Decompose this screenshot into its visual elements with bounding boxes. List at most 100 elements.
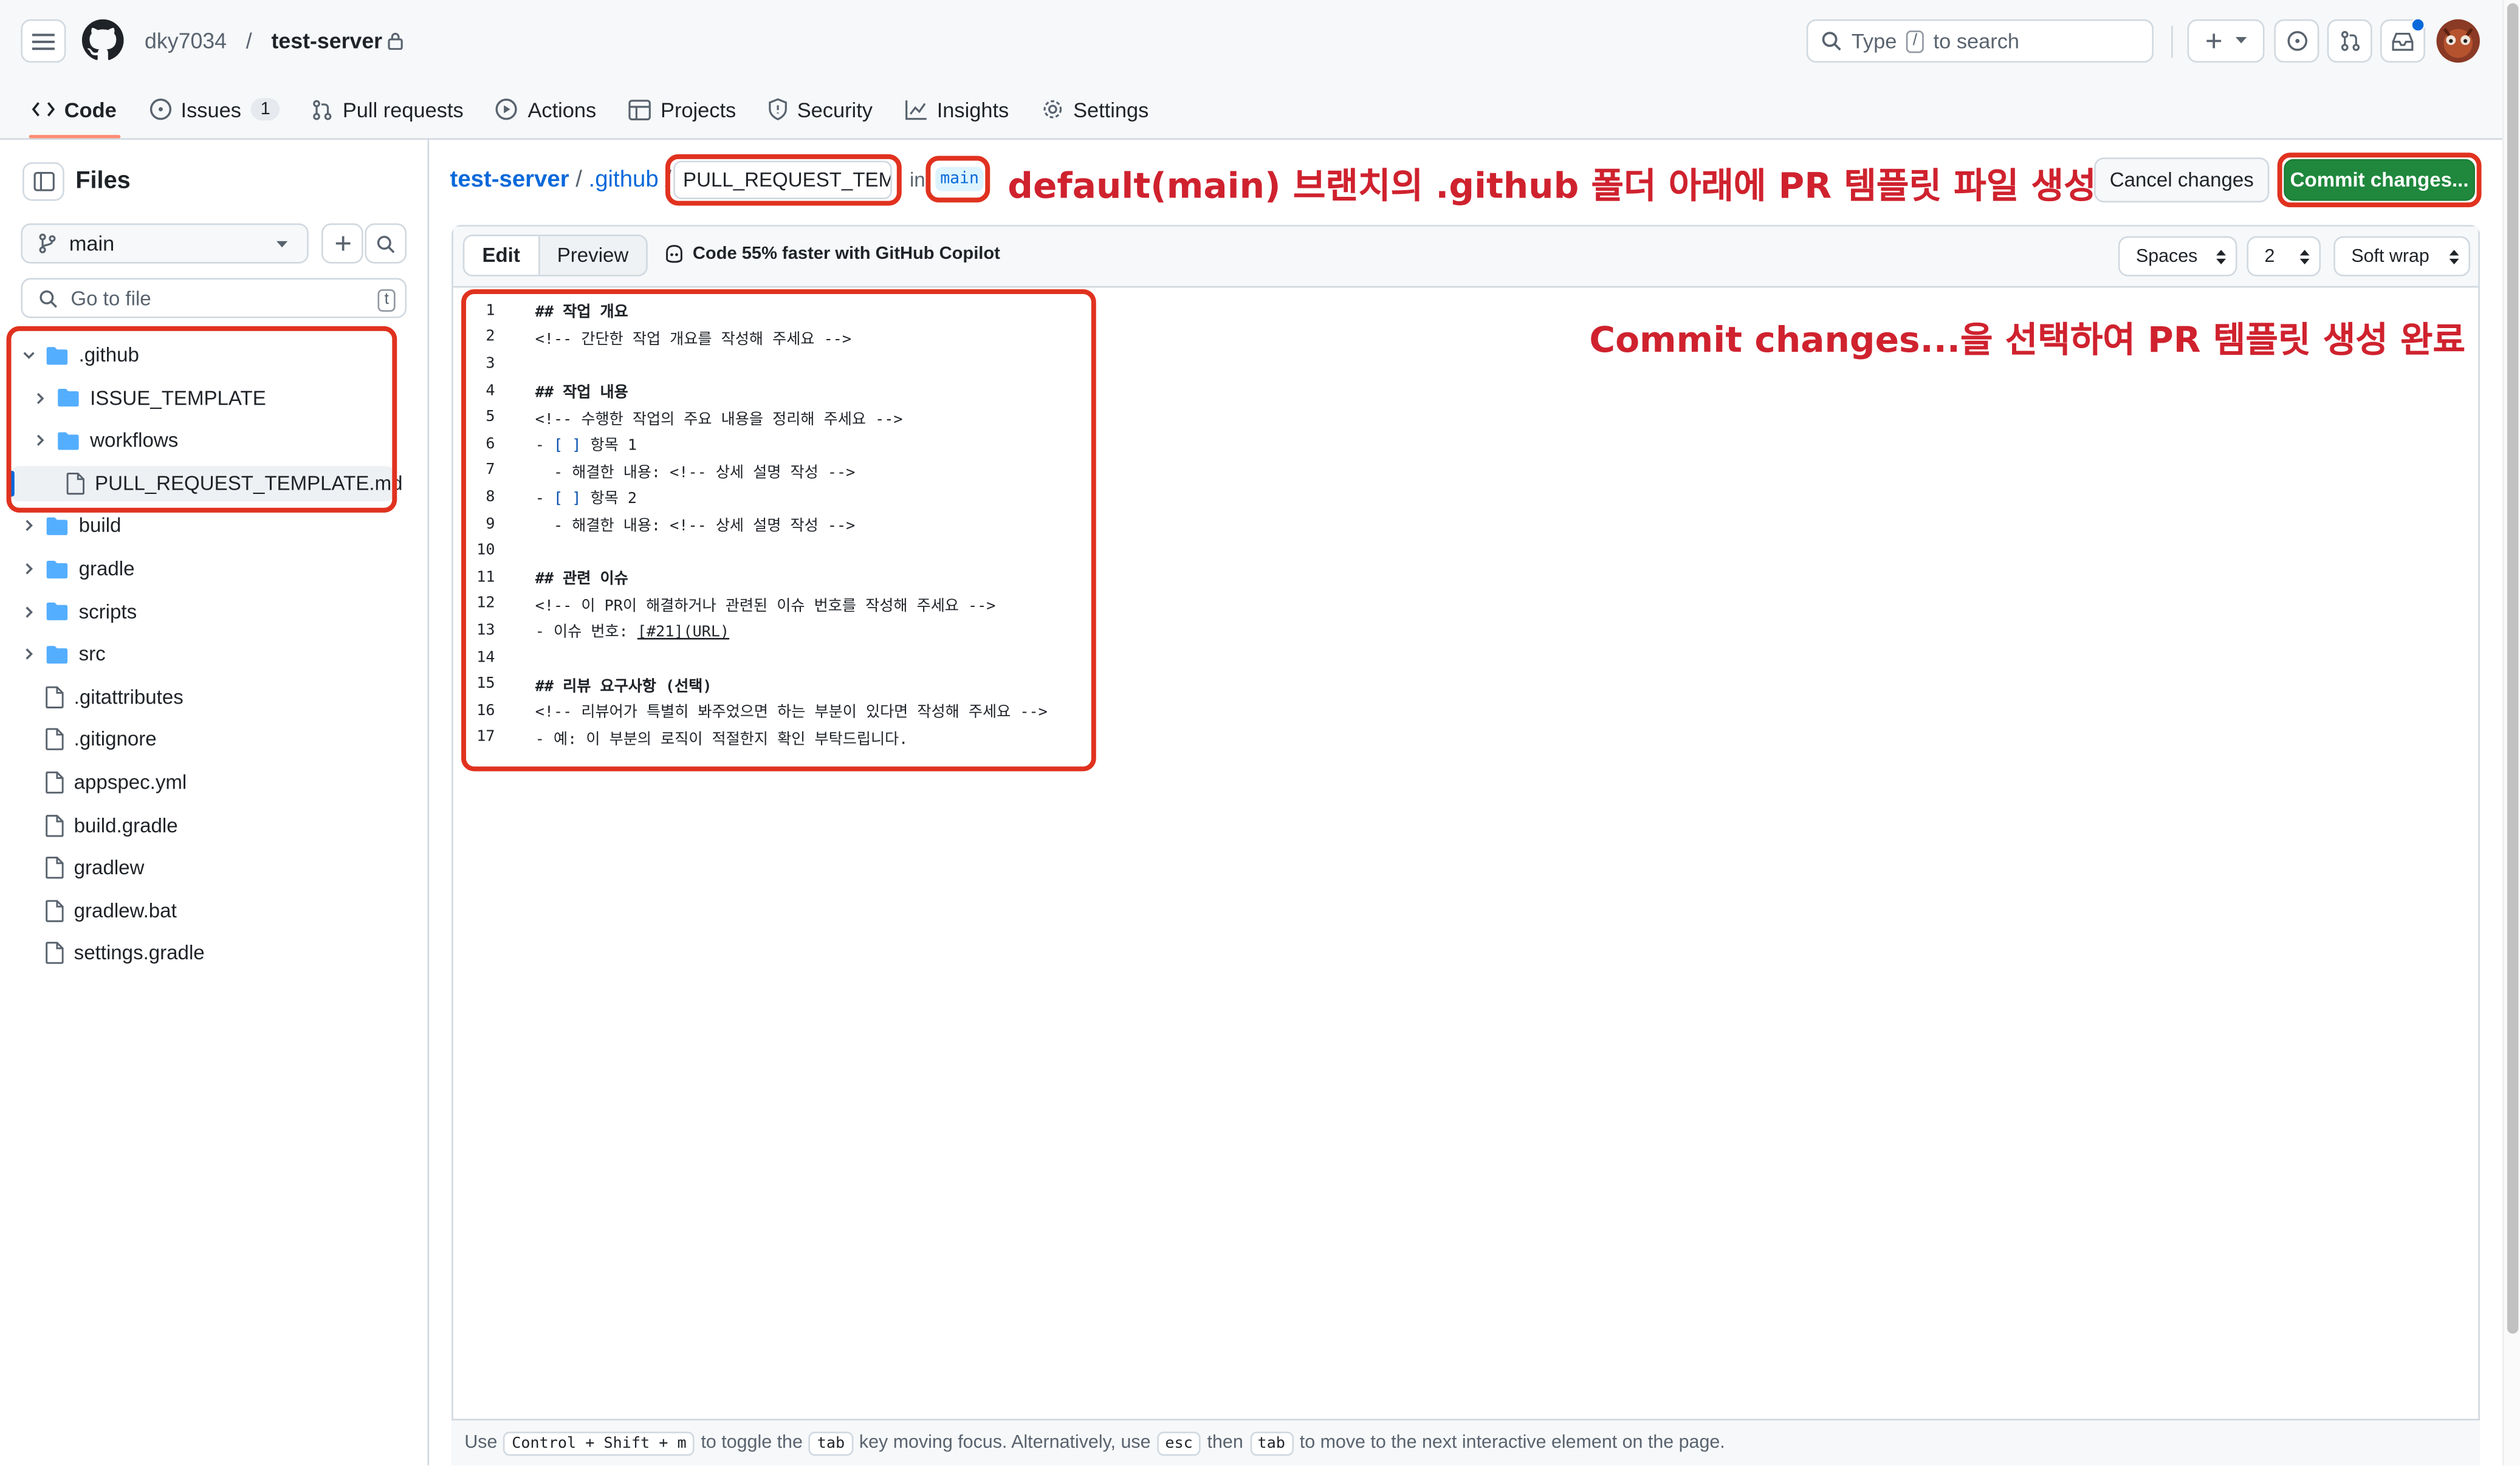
copilot-promo[interactable]: Code 55% faster with GitHub Copilot [664, 244, 1000, 264]
annotation-box-commit [2277, 152, 2482, 208]
page-scrollbar[interactable] [2502, 0, 2520, 1466]
hint-key-tab: tab [1249, 1431, 1294, 1455]
hint-key-toggle: Control + Shift + m [504, 1431, 695, 1455]
notification-dot [2411, 18, 2426, 32]
tree-folder-item[interactable]: gradle [22, 551, 135, 586]
code-icon [32, 101, 55, 117]
tree-file-item[interactable]: gradlew [22, 851, 144, 886]
create-new-button[interactable] [2187, 19, 2265, 63]
chevron-right-icon[interactable] [22, 519, 35, 532]
tree-item-label: gradlew.bat [74, 899, 177, 922]
notifications-button[interactable] [2380, 18, 2426, 63]
chevron-right-icon[interactable] [22, 605, 35, 618]
tree-folder-item[interactable]: scripts [22, 594, 137, 629]
tree-file-item[interactable]: gradlew.bat [22, 893, 177, 928]
tab-issues[interactable]: Issues 1 [132, 85, 296, 133]
tree-item-label: .gitignore [74, 728, 157, 752]
tab-actions[interactable]: Actions [479, 85, 613, 133]
folder-icon [45, 601, 69, 622]
edit-tab[interactable]: Edit [464, 236, 540, 275]
breadcrumb-folder-link[interactable]: .github [589, 167, 659, 193]
cancel-changes-button[interactable]: Cancel changes [2094, 157, 2270, 203]
in-label: in [909, 168, 925, 191]
indent-size-value: 2 [2264, 246, 2275, 266]
branch-selector[interactable]: main [21, 223, 309, 264]
gear-icon [1041, 98, 1063, 120]
hint-text-5: to move to the next interactive element … [1299, 1433, 1725, 1453]
folder-icon [45, 516, 69, 536]
file-tree-sidebar: Files main Go to file t .github ISSUE_TEM… [0, 140, 430, 1466]
issues-button[interactable] [2274, 19, 2319, 63]
wrap-mode-value: Soft wrap [2351, 246, 2429, 266]
go-to-file-input[interactable]: Go to file t [21, 278, 407, 318]
hint-text-4: then [1207, 1433, 1243, 1453]
caret-down-icon [276, 241, 288, 249]
pull-request-icon [312, 99, 333, 120]
indent-size-select[interactable]: 2 [2247, 236, 2321, 276]
scrollbar-thumb[interactable] [2507, 3, 2519, 1334]
avatar[interactable] [2436, 19, 2480, 63]
global-search[interactable]: Type / to search [1806, 19, 2154, 63]
search-files-button[interactable] [365, 223, 407, 264]
tab-insights-label: Insights [936, 97, 1009, 122]
tree-item-label: gradlew [74, 857, 145, 880]
annotation-box-code [461, 289, 1096, 772]
hint-text-3: key moving focus. Alternatively, use [859, 1433, 1151, 1453]
annotation-commit-instruction: Commit changes...을 선택하여 PR 템플릿 생성 완료 [1589, 321, 2466, 362]
file-icon [45, 686, 64, 708]
tree-item-label: settings.gradle [74, 942, 205, 965]
annotation-box-filename [665, 154, 902, 206]
tree-file-item[interactable]: .gitignore [22, 722, 157, 758]
chevron-right-icon[interactable] [22, 563, 35, 575]
preview-tab[interactable]: Preview [540, 236, 647, 275]
hint-text-1: Use [464, 1433, 498, 1453]
app-header: dky7034 / test-server Type / to search C… [0, 0, 2520, 140]
annotation-create-template: default(main) 브랜치의 .github 폴더 아래에 PR 템플릿… [1008, 167, 2096, 208]
tab-projects[interactable]: Projects [613, 85, 752, 133]
indent-mode-select[interactable]: Spaces [2118, 236, 2237, 276]
annotation-box-branch [925, 156, 990, 203]
collapse-sidebar-button[interactable] [22, 162, 64, 201]
shield-icon [768, 98, 788, 120]
tree-file-item[interactable]: settings.gradle [22, 936, 205, 971]
tab-security-label: Security [797, 97, 873, 122]
tab-security[interactable]: Security [752, 85, 889, 133]
hint-text-2: to toggle the [701, 1433, 803, 1453]
folder-icon [45, 644, 69, 665]
breadcrumb-repo-link[interactable]: test-server [450, 167, 569, 193]
annotation-box-github-folder [6, 326, 397, 513]
tree-item-label: build.gradle [74, 813, 178, 837]
github-logo-icon[interactable] [81, 19, 124, 61]
editor-footer-hint: Use Control + Shift + m to toggle the ta… [451, 1419, 2480, 1466]
tab-pull-requests[interactable]: Pull requests [296, 85, 479, 133]
tab-insights[interactable]: Insights [888, 85, 1025, 133]
issues-count-badge: 1 [250, 98, 280, 121]
tree-item-label: build [78, 515, 122, 538]
breadcrumb: test-server / .github / [450, 162, 671, 197]
tree-folder-item[interactable]: build [22, 509, 121, 544]
copilot-icon [664, 244, 684, 264]
tab-code[interactable]: Code [16, 85, 132, 139]
select-arrows-icon [2216, 248, 2226, 264]
file-icon [45, 728, 64, 751]
tab-pull-requests-label: Pull requests [342, 97, 464, 122]
tree-item-label: scripts [78, 600, 137, 623]
pull-requests-button[interactable] [2327, 19, 2372, 63]
plus-icon [2205, 32, 2223, 50]
hint-key-esc: esc [1157, 1431, 1201, 1455]
repo-owner-link[interactable]: dky7034 [145, 29, 227, 53]
tab-settings[interactable]: Settings [1025, 85, 1165, 133]
search-icon [38, 289, 58, 308]
repo-name-link[interactable]: test-server [271, 29, 382, 53]
copilot-promo-label: Code 55% faster with GitHub Copilot [692, 244, 1000, 264]
tree-file-item[interactable]: appspec.yml [22, 765, 187, 800]
file-icon [45, 814, 64, 837]
tree-file-item[interactable]: .gitattributes [22, 679, 184, 714]
menu-button[interactable] [21, 19, 66, 63]
tree-folder-item[interactable]: src [22, 637, 106, 672]
wrap-mode-select[interactable]: Soft wrap [2333, 236, 2471, 276]
tree-file-item[interactable]: build.gradle [22, 807, 178, 843]
add-file-button[interactable] [321, 223, 363, 264]
chevron-right-icon[interactable] [22, 648, 35, 660]
hamburger-icon [32, 32, 55, 51]
